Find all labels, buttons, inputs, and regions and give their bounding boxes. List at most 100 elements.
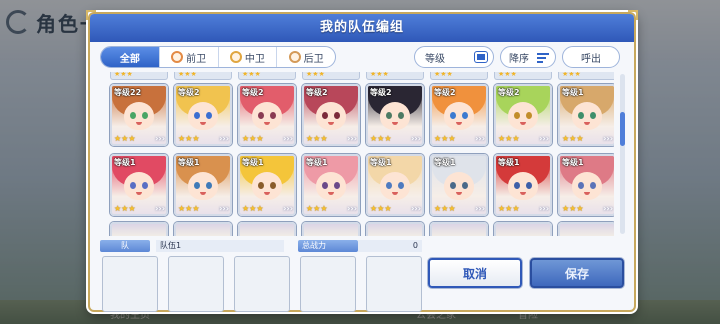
portrait-eye bbox=[194, 182, 200, 189]
descending-icon bbox=[537, 53, 549, 63]
character-card[interactable]: 等级1 ★★★ ››› bbox=[238, 154, 296, 216]
star-rating: ★★★ bbox=[498, 134, 520, 143]
character-card[interactable]: 等级22 ★★★ ››› bbox=[110, 84, 168, 146]
partial-card[interactable] bbox=[430, 222, 488, 236]
portrait-eye bbox=[578, 112, 584, 119]
partial-card: ★★★ bbox=[110, 72, 168, 80]
roster-row-next bbox=[110, 222, 614, 236]
portrait-eye bbox=[130, 112, 136, 119]
rank-chevron-icon: ››› bbox=[219, 204, 229, 213]
character-card[interactable]: 等级2 ★★★ ››› bbox=[366, 84, 424, 146]
sort-by-button[interactable]: 等级 bbox=[414, 46, 494, 68]
portrait-eye bbox=[450, 112, 456, 119]
team-slot-1[interactable] bbox=[102, 256, 158, 312]
portrait-eye bbox=[398, 182, 404, 189]
team-info: 队 队伍1 bbox=[100, 240, 284, 252]
character-card[interactable]: 等级1 ★★★ ››› bbox=[366, 154, 424, 216]
character-card[interactable]: 等级1 ★★★ ››› bbox=[302, 154, 360, 216]
character-card[interactable]: 等级1 ★★★ ››› bbox=[174, 154, 232, 216]
partial-card[interactable] bbox=[174, 222, 232, 236]
partial-card: ★★★ bbox=[366, 72, 424, 80]
partial-card[interactable] bbox=[238, 222, 296, 236]
team-slot-4[interactable] bbox=[300, 256, 356, 312]
character-portrait bbox=[124, 172, 154, 200]
character-portrait bbox=[380, 102, 410, 130]
team-slot-2[interactable] bbox=[168, 256, 224, 312]
character-card[interactable]: 等级1 ★★★ ››› bbox=[558, 84, 614, 146]
team-slot-5[interactable] bbox=[366, 256, 422, 312]
character-portrait bbox=[252, 172, 282, 200]
partial-card[interactable] bbox=[494, 222, 552, 236]
rank-chevron-icon: ››› bbox=[539, 134, 549, 143]
tab-front[interactable]: 前卫 bbox=[160, 47, 219, 67]
partial-card[interactable] bbox=[110, 222, 168, 236]
character-card[interactable]: 等级2 ★★★ ››› bbox=[430, 84, 488, 146]
star-rating: ★★★ bbox=[434, 72, 453, 78]
partial-card[interactable] bbox=[366, 222, 424, 236]
portrait-eye bbox=[398, 112, 404, 119]
character-level: 等级1 bbox=[242, 158, 264, 167]
portrait-eye bbox=[386, 182, 392, 189]
tab-label: 全部 bbox=[119, 53, 140, 65]
portrait-eye bbox=[194, 112, 200, 119]
character-portrait bbox=[444, 172, 474, 200]
portrait-mouth bbox=[584, 192, 590, 195]
portrait-eye bbox=[590, 182, 596, 189]
partial-card: ★★★ bbox=[174, 72, 232, 80]
tab-label: 后卫 bbox=[303, 53, 324, 65]
order-label: 降序 bbox=[509, 53, 529, 65]
roster-previous-row: ★★★ ★★★ ★★★ ★★★ ★★★ ★★★ ★★★ ★★★ bbox=[110, 72, 614, 80]
character-level: 等级22 bbox=[114, 88, 142, 97]
character-portrait bbox=[444, 102, 474, 130]
portrait-eye bbox=[258, 182, 264, 189]
partial-card: ★★★ bbox=[302, 72, 360, 80]
tab-middle[interactable]: 中卫 bbox=[219, 47, 278, 67]
star-rating: ★★★ bbox=[562, 72, 581, 78]
character-roster: ★★★ ★★★ ★★★ ★★★ ★★★ ★★★ ★★★ ★★★ 等级22 ★★★ ››› 等级2 ★★… bbox=[100, 72, 614, 236]
tab-label: 中卫 bbox=[244, 53, 265, 65]
star-rating: ★★★ bbox=[370, 72, 389, 78]
portrait-eye bbox=[514, 182, 520, 189]
star-rating: ★★★ bbox=[114, 204, 136, 213]
roster-scrollbar[interactable] bbox=[620, 74, 625, 234]
partial-card: ★★★ bbox=[238, 72, 296, 80]
character-card[interactable]: 等级2 ★★★ ››› bbox=[302, 84, 360, 146]
team-edit-dialog: 我的队伍编组 全部 前卫 中卫 后卫 等级 降序 呼出 ★★★ ★★★ ★★★ … bbox=[86, 10, 638, 312]
roster-row: 等级22 ★★★ ››› 等级2 ★★★ ››› 等级2 ★★★ ››› 等级2 ★★★ ››› 等级2… bbox=[110, 84, 614, 150]
scrollbar-thumb[interactable] bbox=[620, 112, 625, 146]
order-button[interactable]: 降序 bbox=[500, 46, 556, 68]
character-card[interactable]: 等级1 ★★★ ››› bbox=[110, 154, 168, 216]
star-rating: ★★★ bbox=[370, 134, 392, 143]
sort-icon bbox=[475, 52, 487, 62]
character-card[interactable]: 等级1 ★★★ ››› bbox=[430, 154, 488, 216]
partial-card: ★★★ bbox=[430, 72, 488, 80]
star-rating: ★★★ bbox=[562, 204, 584, 213]
partial-card[interactable] bbox=[558, 222, 614, 236]
character-card[interactable]: 等级2 ★★★ ››› bbox=[174, 84, 232, 146]
cancel-button[interactable]: 取消 bbox=[428, 258, 522, 288]
summon-button[interactable]: 呼出 bbox=[562, 46, 620, 68]
character-card[interactable]: 等级2 ★★★ ››› bbox=[494, 84, 552, 146]
roster-row: 等级1 ★★★ ››› 等级1 ★★★ ››› 等级1 ★★★ ››› 等级1 ★★★ ››› 等级1 ★… bbox=[110, 154, 614, 220]
character-card[interactable]: 等级1 ★★★ ››› bbox=[494, 154, 552, 216]
portrait-eye bbox=[462, 112, 468, 119]
character-level: 等级2 bbox=[178, 88, 200, 97]
portrait-mouth bbox=[456, 122, 462, 125]
character-portrait bbox=[572, 102, 602, 130]
tab-back[interactable]: 后卫 bbox=[277, 47, 335, 67]
character-card[interactable]: 等级1 ★★★ ››› bbox=[558, 154, 614, 216]
total-power: 总战力 0 bbox=[298, 240, 422, 252]
team-slot-3[interactable] bbox=[234, 256, 290, 312]
portrait-eye bbox=[578, 182, 584, 189]
save-button[interactable]: 保存 bbox=[530, 258, 624, 288]
rank-chevron-icon: ››› bbox=[283, 134, 293, 143]
character-level: 等级2 bbox=[434, 88, 456, 97]
tab-label: 前卫 bbox=[186, 53, 207, 65]
character-card[interactable]: 等级2 ★★★ ››› bbox=[238, 84, 296, 146]
team-name[interactable]: 队伍1 bbox=[156, 240, 284, 252]
partial-card[interactable] bbox=[302, 222, 360, 236]
portrait-eye bbox=[334, 112, 340, 119]
character-portrait bbox=[316, 102, 346, 130]
tab-all[interactable]: 全部 bbox=[101, 47, 160, 67]
portrait-eye bbox=[526, 182, 532, 189]
